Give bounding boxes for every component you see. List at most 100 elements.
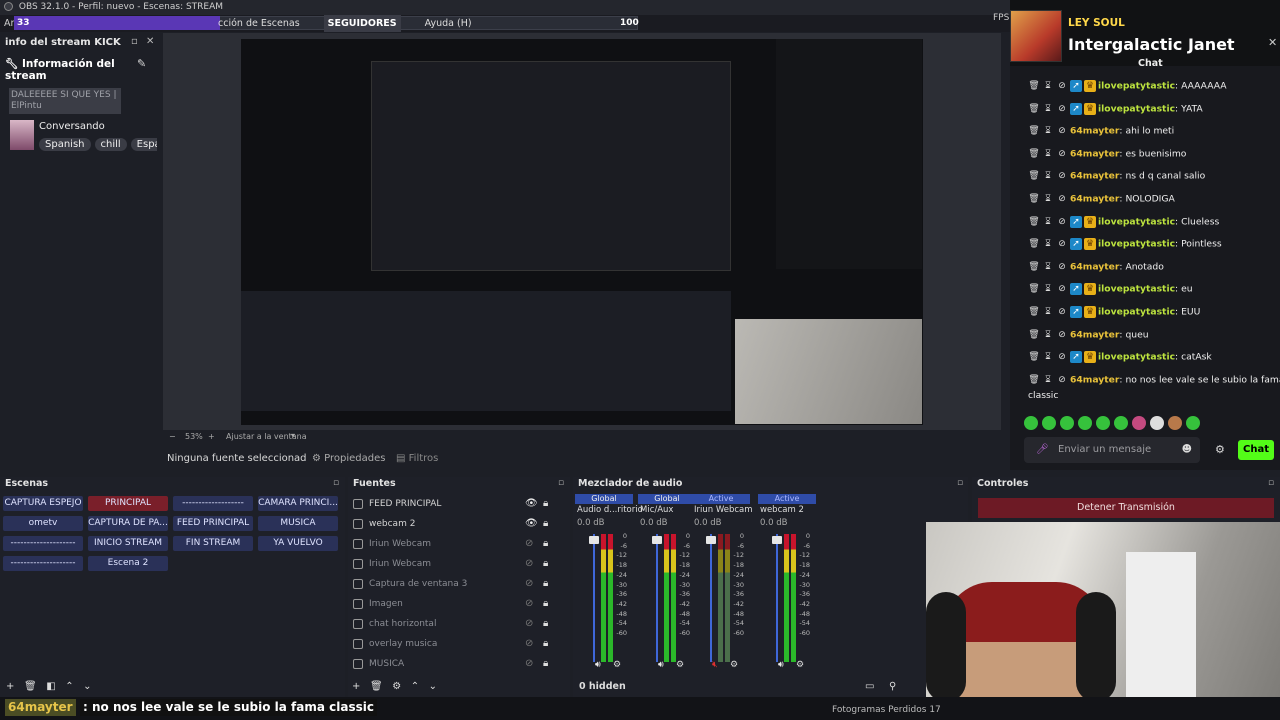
ban-icon[interactable]: ⊘ [1056, 125, 1068, 137]
source-row[interactable]: Iriun Webcam ⊘ 🔒︎ [353, 555, 565, 573]
chat-username[interactable]: 64mayter [1070, 171, 1119, 182]
ban-icon[interactable]: ⊘ [1056, 283, 1068, 295]
lock-icon[interactable]: 🔒︎ [543, 515, 548, 533]
chat-username[interactable]: 64mayter [1070, 194, 1119, 205]
menu-item-help[interactable]: Ayuda (H) [425, 15, 472, 32]
float-dock-icon[interactable]: ▫ [1268, 478, 1274, 488]
properties-button[interactable]: ⚙ Propiedades [312, 453, 385, 464]
gear-icon[interactable]: ⚙ [392, 681, 401, 692]
timeout-icon[interactable]: ⏳︎ [1042, 329, 1054, 341]
ban-icon[interactable]: ⊘ [1056, 103, 1068, 115]
ban-icon[interactable]: ⊘ [1056, 329, 1068, 341]
scene-button[interactable]: PRINCIPAL [88, 496, 168, 511]
emote-icon[interactable] [1150, 416, 1164, 430]
delete-message-icon[interactable]: 🗑︎ [1028, 238, 1040, 250]
scene-button[interactable]: ometv [3, 516, 83, 531]
channel-name[interactable]: Audio d...ritorio [577, 505, 643, 515]
move-up-icon[interactable]: ⌃ [411, 681, 419, 692]
mixer-link-icon[interactable]: ⚲ [889, 681, 896, 692]
timeout-icon[interactable]: ⏳︎ [1042, 238, 1054, 250]
delete-message-icon[interactable]: 🗑︎ [1028, 374, 1040, 386]
mic-icon[interactable]: 🎤︎ [1036, 437, 1049, 463]
emote-icon[interactable] [1060, 416, 1074, 430]
move-down-icon[interactable]: ⌄ [83, 681, 91, 692]
scene-button[interactable]: -------------------- [3, 536, 83, 551]
fader-handle[interactable] [772, 536, 782, 544]
speaker-icon[interactable]: 🔊︎ [778, 660, 784, 670]
trash-icon[interactable]: 🗑︎ [370, 681, 383, 692]
eye-hidden-icon[interactable]: ⊘ [525, 655, 533, 673]
chat-username[interactable]: ilovepatytastic [1098, 307, 1175, 318]
delete-message-icon[interactable]: 🗑︎ [1028, 216, 1040, 228]
volume-fader[interactable] [593, 534, 595, 662]
chat-username[interactable]: 64mayter [1070, 261, 1119, 272]
emoji-icon[interactable]: ☻ [1182, 437, 1192, 463]
lock-icon[interactable]: 🔒︎ [543, 575, 548, 593]
eye-hidden-icon[interactable]: ⊘ [525, 635, 533, 653]
eye-icon[interactable]: 👁︎ [525, 495, 538, 513]
delete-message-icon[interactable]: 🗑︎ [1028, 193, 1040, 205]
delete-message-icon[interactable]: 🗑︎ [1028, 80, 1040, 92]
scene-button[interactable]: CAMARA PRINCI... [258, 496, 338, 511]
mixer-layout-icon[interactable]: ▭ [865, 681, 874, 692]
lock-icon[interactable]: 🔒︎ [543, 655, 548, 673]
menu-item-archivo[interactable]: Ar [0, 18, 14, 29]
channel-settings-icon[interactable]: ⚙ [796, 660, 804, 670]
chat-username[interactable]: ilovepatytastic [1098, 103, 1175, 114]
edit-icon[interactable]: ✎ [137, 57, 146, 70]
float-dock-icon[interactable]: ▫ [558, 478, 564, 488]
chat-message-input[interactable]: 🎤︎ Enviar un mensaje ☻ [1024, 437, 1200, 463]
scene-button[interactable]: YA VUELVO [258, 536, 338, 551]
timeout-icon[interactable]: ⏳︎ [1042, 170, 1054, 182]
chat-username[interactable]: ilovepatytastic [1098, 352, 1175, 363]
scene-button[interactable]: -------------------- [3, 556, 83, 571]
emote-icon[interactable] [1186, 416, 1200, 430]
source-row[interactable]: chat horizontal ⊘ 🔒︎ [353, 615, 565, 633]
chat-username[interactable]: 64mayter [1070, 329, 1119, 340]
stop-stream-button[interactable]: Detener Transmisión [978, 498, 1274, 518]
lock-icon[interactable]: 🔒︎ [543, 595, 548, 613]
source-row[interactable]: FEED PRINCIPAL 👁︎ 🔒︎ [353, 495, 565, 513]
volume-fader[interactable] [776, 534, 778, 662]
fader-handle[interactable] [589, 536, 599, 544]
chevron-down-icon[interactable]: ▾ [291, 431, 295, 440]
emote-icon[interactable] [1042, 416, 1056, 430]
fader-handle[interactable] [652, 536, 662, 544]
eye-hidden-icon[interactable]: ⊘ [525, 575, 533, 593]
lock-icon[interactable]: 🔒︎ [543, 535, 548, 553]
eye-hidden-icon[interactable]: ⊘ [525, 595, 533, 613]
fader-handle[interactable] [706, 536, 716, 544]
lock-icon[interactable]: 🔒︎ [543, 615, 548, 633]
emote-icon[interactable] [1024, 416, 1038, 430]
delete-message-icon[interactable]: 🗑︎ [1028, 306, 1040, 318]
timeout-icon[interactable]: ⏳︎ [1042, 374, 1054, 386]
scene-button[interactable]: MUSICA [258, 516, 338, 531]
speaker-icon[interactable]: 🔊︎ [658, 660, 664, 670]
timeout-icon[interactable]: ⏳︎ [1042, 261, 1054, 273]
filter-icon[interactable]: ◧ [46, 681, 55, 692]
delete-message-icon[interactable]: 🗑︎ [1028, 351, 1040, 363]
eye-hidden-icon[interactable]: ⊘ [525, 615, 533, 633]
timeout-icon[interactable]: ⏳︎ [1042, 80, 1054, 92]
chat-username[interactable]: ilovepatytastic [1098, 81, 1175, 92]
move-up-icon[interactable]: ⌃ [65, 681, 73, 692]
float-dock-icon[interactable]: ▫ [131, 36, 138, 47]
delete-message-icon[interactable]: 🗑︎ [1028, 170, 1040, 182]
ban-icon[interactable]: ⊘ [1056, 261, 1068, 273]
channel-settings-icon[interactable]: ⚙ [730, 660, 738, 670]
timeout-icon[interactable]: ⏳︎ [1042, 103, 1054, 115]
channel-name[interactable]: Iriun Webcam [694, 505, 753, 515]
channel-settings-icon[interactable]: ⚙ [613, 660, 621, 670]
chat-username[interactable]: 64mayter [1070, 148, 1119, 159]
chat-username[interactable]: 64mayter [1070, 126, 1119, 137]
float-dock-icon[interactable]: ▫ [957, 478, 963, 488]
lock-icon[interactable]: 🔒︎ [543, 635, 548, 653]
timeout-icon[interactable]: ⏳︎ [1042, 283, 1054, 295]
timeout-icon[interactable]: ⏳︎ [1042, 351, 1054, 363]
ban-icon[interactable]: ⊘ [1056, 351, 1068, 363]
lock-icon[interactable]: 🔒︎ [543, 495, 548, 513]
filters-button[interactable]: ▤ Filtros [396, 453, 438, 464]
delete-message-icon[interactable]: 🗑︎ [1028, 261, 1040, 273]
delete-message-icon[interactable]: 🗑︎ [1028, 103, 1040, 115]
delete-message-icon[interactable]: 🗑︎ [1028, 148, 1040, 160]
